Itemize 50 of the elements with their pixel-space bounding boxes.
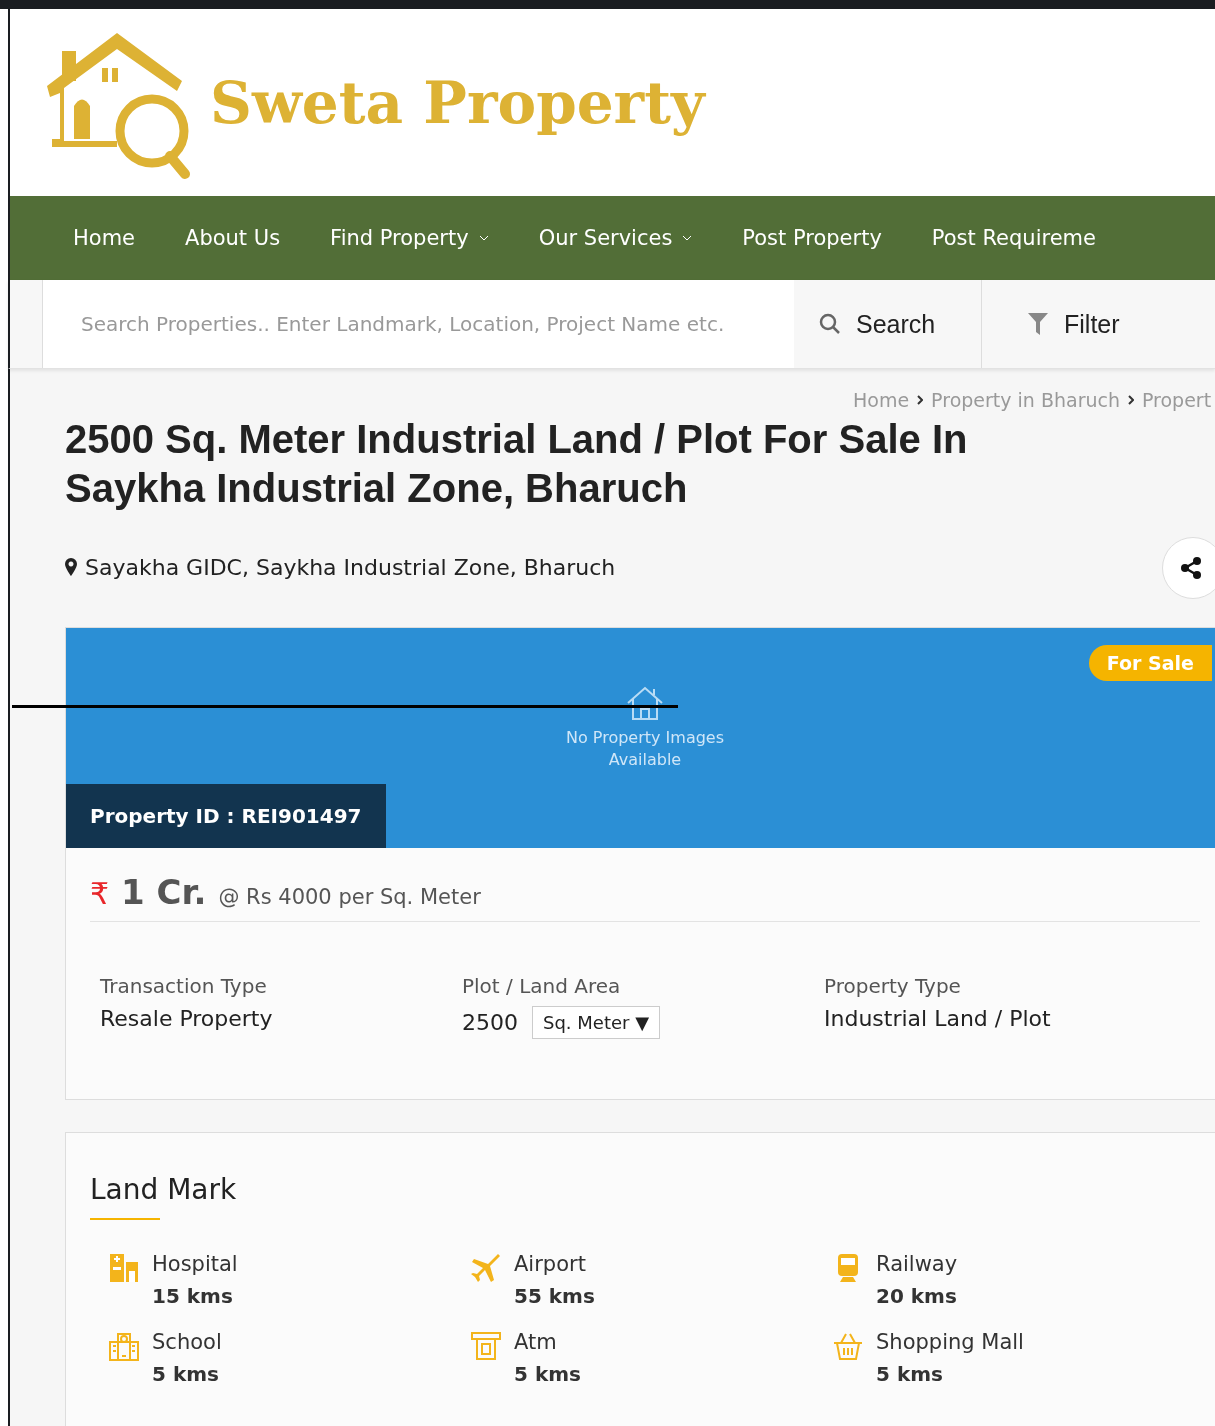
nav-link[interactable]: Home (73, 226, 135, 250)
landmark-distance: 5 kms (876, 1362, 944, 1386)
property-title: 2500 Sq. Meter Industrial Land / Plot For Sale In Saykha Industrial Zone, Bharuch (65, 416, 969, 512)
property-id-label: Property ID : REI901497 (66, 784, 386, 848)
search-button[interactable]: Search (794, 280, 982, 368)
chevron-down-icon (478, 235, 489, 241)
landmark-distance: 5 kms (152, 1362, 220, 1386)
landmark-distance: 20 kms (876, 1284, 958, 1308)
hospital-icon (108, 1252, 140, 1284)
detail-value: 2500 (462, 1010, 518, 1035)
nav-link[interactable]: Post Requireme (931, 226, 1096, 250)
detail-label: Plot / Land Area (462, 974, 622, 998)
landmark-name: Railway (876, 1252, 958, 1276)
nav-link[interactable]: About Us (185, 226, 281, 250)
landmark-name: Airport (514, 1252, 587, 1276)
filter-button[interactable]: Filter (982, 280, 1126, 368)
funnel-icon (1028, 313, 1048, 335)
nav-link[interactable]: Our Services (538, 226, 693, 250)
detail-value: Resale Property (100, 1006, 273, 1031)
unit-dropdown[interactable]: Sq. Meter ▼ (532, 1006, 660, 1039)
share-button[interactable] (1162, 537, 1215, 599)
landmark-distance: 55 kms (514, 1284, 595, 1308)
chevron-right-icon (917, 395, 924, 405)
no-images-message: No Property Images Available (564, 727, 726, 771)
school-building-icon (108, 1330, 140, 1362)
rupee-symbol: ₹ (90, 876, 110, 911)
nav-link[interactable]: Find Property (330, 226, 489, 250)
landmark-distance: 15 kms (152, 1284, 234, 1308)
chevron-right-icon (1127, 395, 1134, 405)
landmark-name: Atm (514, 1330, 558, 1354)
price-rate: @ Rs 4000 per Sq. Meter (218, 885, 481, 909)
search-field[interactable]: Search Properties.. Enter Landmark, Location, Project Name etc. (42, 280, 794, 368)
detail-label: Property Type (824, 974, 962, 998)
search-icon (818, 312, 842, 336)
airplane-icon (470, 1252, 502, 1284)
landmark-name: School (152, 1330, 222, 1354)
share-icon (1179, 556, 1203, 580)
chevron-down-icon (682, 235, 693, 241)
property-location: Sayakha GIDC, Saykha Industrial Zone, Bharuch (85, 554, 616, 580)
nav-link[interactable]: Post Property (742, 226, 882, 250)
for-sale-badge: For Sale (1088, 645, 1212, 681)
detail-value: Industrial Land / Plot (824, 1006, 1051, 1031)
detail-label: Transaction Type (100, 974, 268, 998)
atm-icon (470, 1330, 502, 1362)
landmark-distance: 5 kms (514, 1362, 581, 1386)
section-heading: Land Mark (90, 1173, 238, 1206)
map-pin-icon (65, 558, 77, 576)
landmark-name: Shopping Mall (876, 1330, 1024, 1354)
price-amount: 1 Cr. (121, 872, 207, 912)
landmark-name: Hospital (152, 1252, 238, 1276)
